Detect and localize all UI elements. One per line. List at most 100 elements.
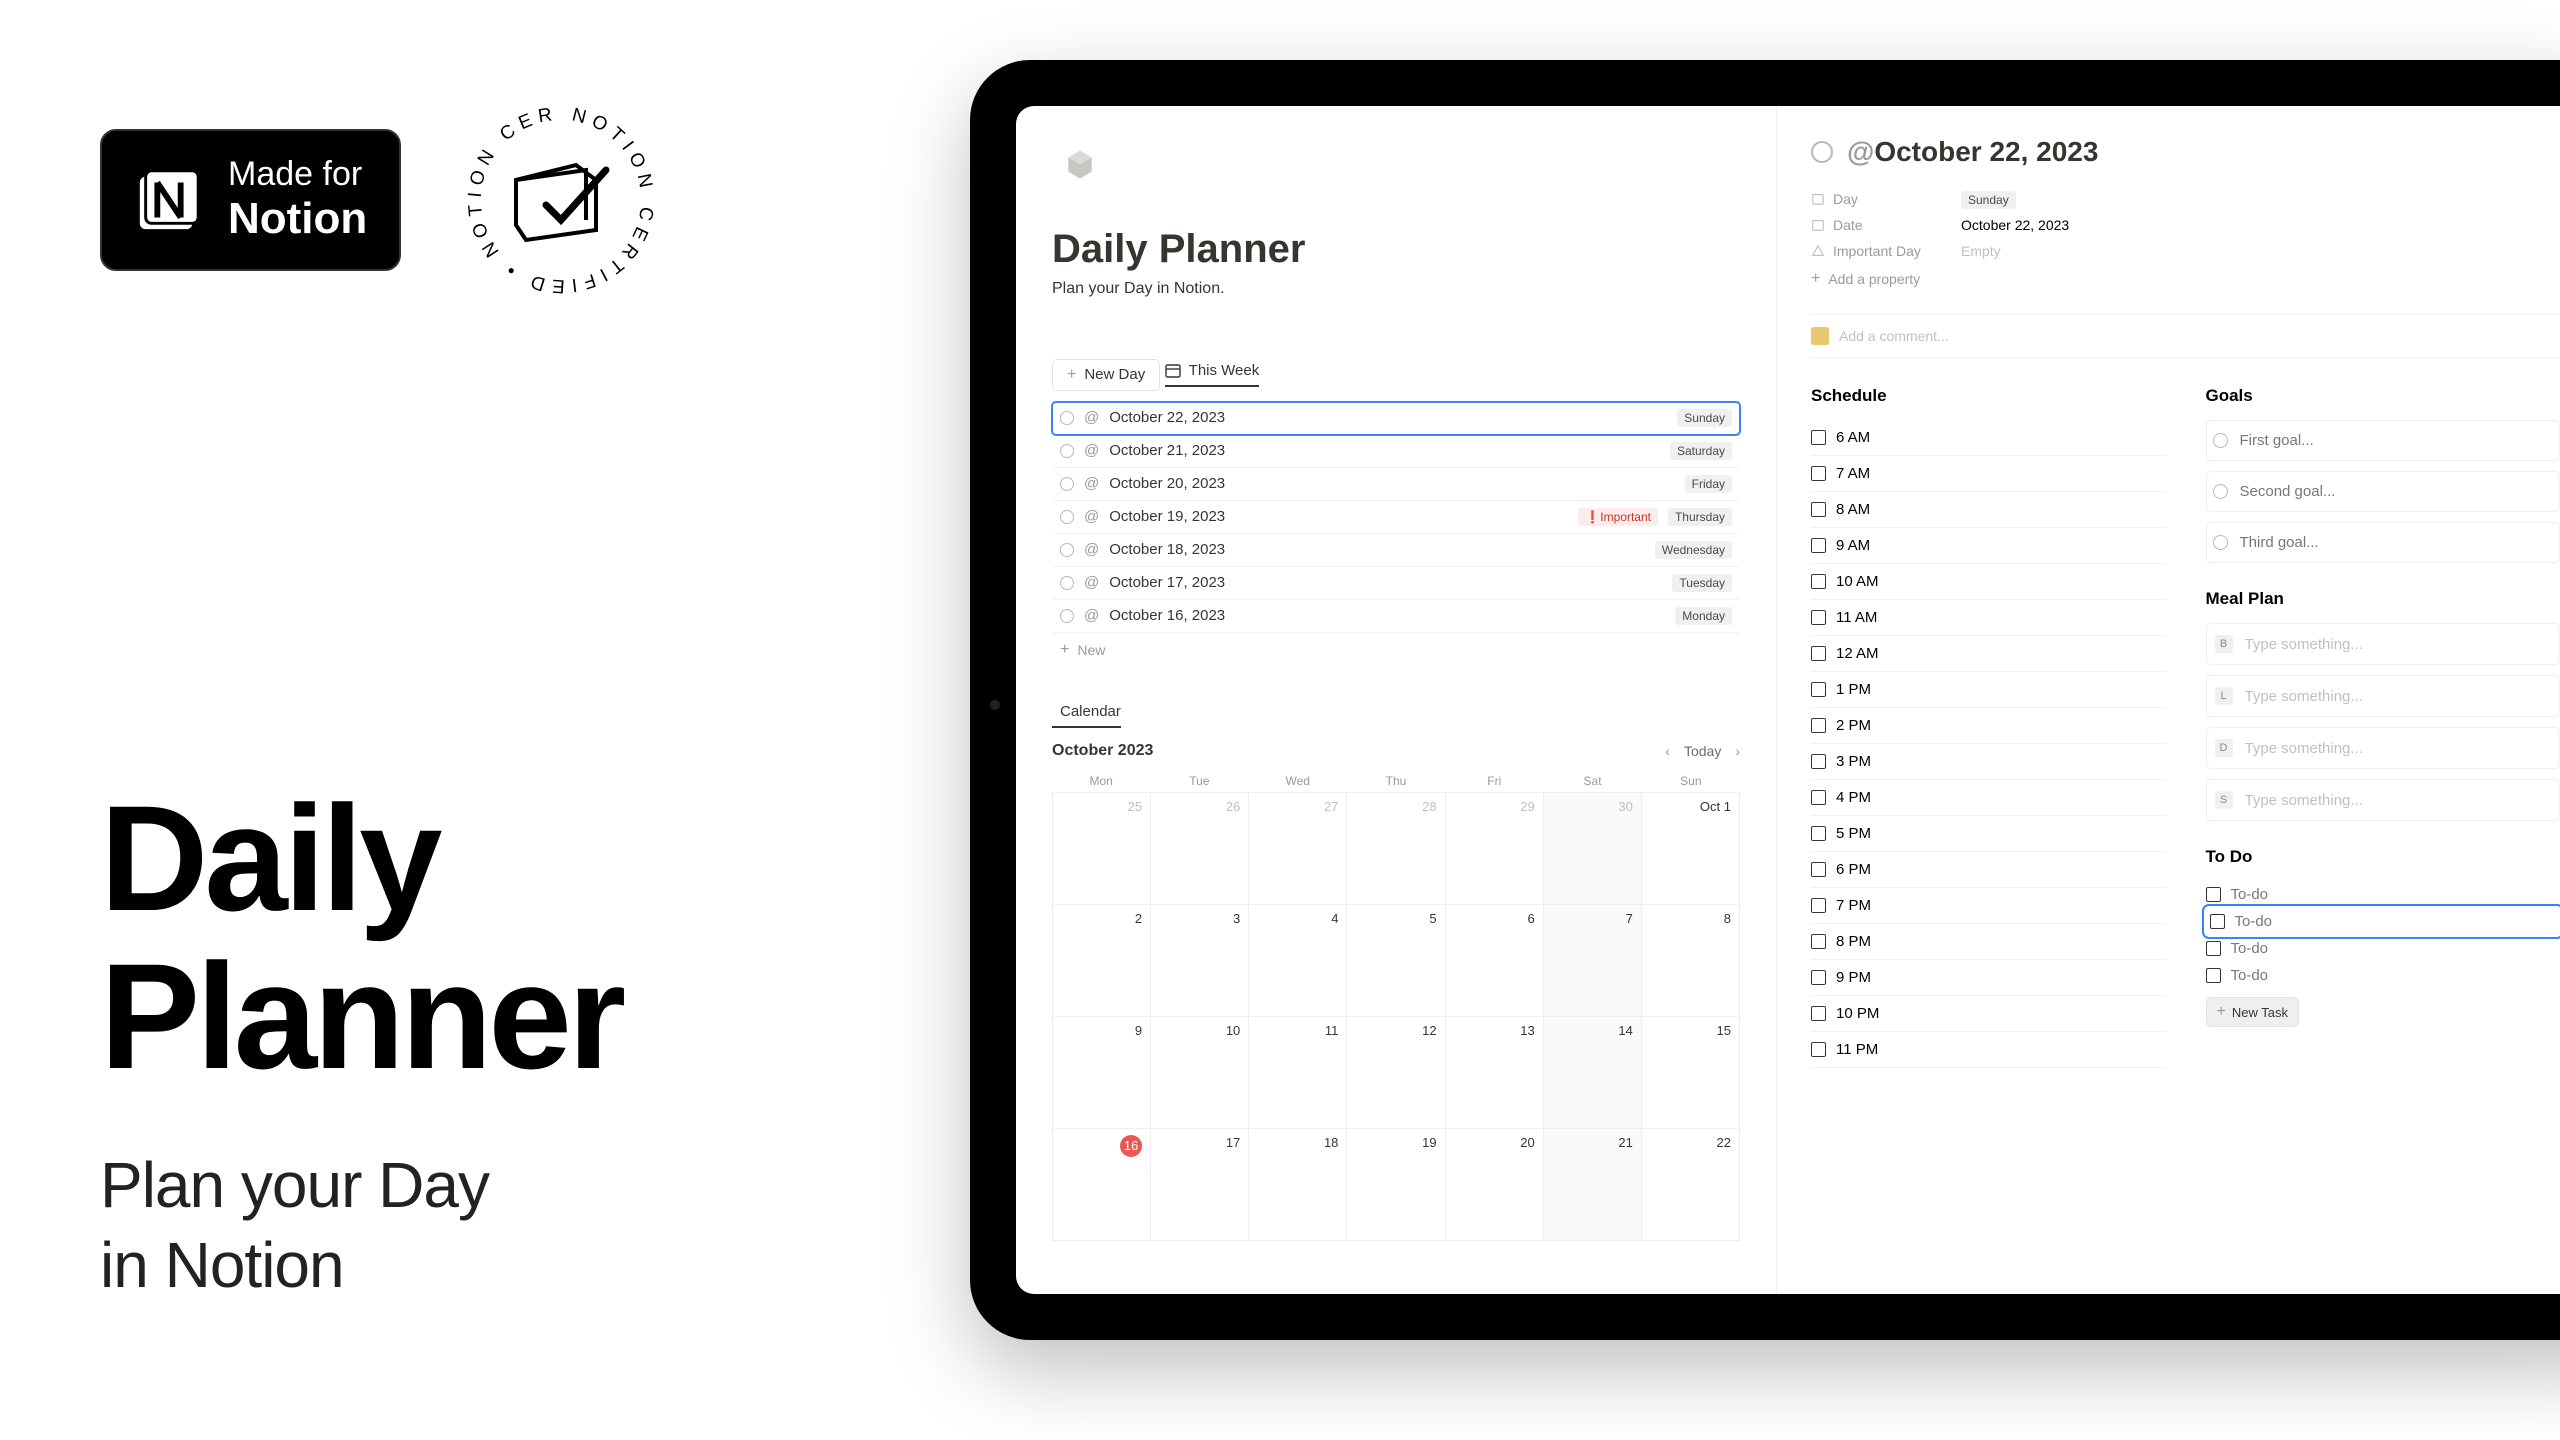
calendar-cell[interactable]: 3 [1151,905,1249,1017]
schedule-row[interactable]: 7 PM [1811,888,2166,924]
checkbox[interactable] [1811,538,1826,553]
calendar-cell[interactable]: 10 [1151,1017,1249,1129]
calendar-cell[interactable]: 18 [1249,1129,1347,1241]
calendar-cell[interactable]: 29 [1446,793,1544,905]
add-comment[interactable]: Add a comment... [1811,314,2560,358]
add-property-button[interactable]: +Add a property [1811,264,2560,294]
calendar-cell[interactable]: 17 [1151,1129,1249,1241]
schedule-row[interactable]: 7 AM [1811,456,2166,492]
checkbox[interactable] [1811,862,1826,877]
calendar-cell[interactable]: 15 [1642,1017,1740,1129]
schedule-row[interactable]: 10 AM [1811,564,2166,600]
checkbox[interactable] [1811,574,1826,589]
prop-important[interactable]: Important Day Empty [1811,238,2560,264]
checkbox[interactable] [1811,502,1826,517]
meal-row[interactable]: BType something... [2206,623,2560,665]
calendar-cell[interactable]: 6 [1446,905,1544,1017]
calendar-cell[interactable]: 26 [1151,793,1249,905]
calendar-cell[interactable]: 30 [1544,793,1642,905]
new-day-button[interactable]: +New Day [1052,359,1160,391]
calendar-cell[interactable]: 11 [1249,1017,1347,1129]
checkbox[interactable] [1811,430,1826,445]
todo-row[interactable]: To-do [2206,908,2560,935]
calendar-cell[interactable]: 28 [1347,793,1445,905]
schedule-row[interactable]: 6 PM [1811,852,2166,888]
week-row[interactable]: @October 16, 2023Monday [1052,600,1740,633]
checkbox[interactable] [1811,970,1826,985]
checkbox[interactable] [1811,934,1826,949]
calendar-cell[interactable]: 13 [1446,1017,1544,1129]
checkbox[interactable] [1811,1006,1826,1021]
calendar-cell[interactable]: Oct 1 [1642,793,1740,905]
schedule-row[interactable]: 4 PM [1811,780,2166,816]
calendar-cell[interactable]: 4 [1249,905,1347,1017]
calendar-tab[interactable]: Calendar [1052,703,1121,728]
todo-row[interactable]: To-do [2206,935,2560,962]
checkbox[interactable] [1811,718,1826,733]
week-row[interactable]: @October 20, 2023Friday [1052,468,1740,501]
schedule-row[interactable]: 11 AM [1811,600,2166,636]
checkbox[interactable] [1811,466,1826,481]
calendar-cell[interactable]: 5 [1347,905,1445,1017]
calendar-cell[interactable]: 25 [1053,793,1151,905]
checkbox[interactable] [1811,610,1826,625]
new-row-button[interactable]: +New [1052,633,1740,667]
week-row[interactable]: @October 22, 2023Sunday [1052,402,1740,435]
calendar-cell[interactable]: 19 [1347,1129,1445,1241]
calendar-cell[interactable]: 27 [1249,793,1347,905]
schedule-row[interactable]: 3 PM [1811,744,2166,780]
checkbox[interactable] [1811,898,1826,913]
schedule-row[interactable]: 9 AM [1811,528,2166,564]
calendar-cell[interactable]: 9 [1053,1017,1151,1129]
schedule-row[interactable]: 6 AM [1811,420,2166,456]
calendar-cell[interactable]: 8 [1642,905,1740,1017]
checkbox[interactable] [2210,914,2225,929]
calendar-cell[interactable]: 21 [1544,1129,1642,1241]
checkbox[interactable] [2206,887,2221,902]
this-week-tab[interactable]: This Week [1165,362,1260,387]
detail-status-circle[interactable] [1811,141,1833,163]
schedule-row[interactable]: 1 PM [1811,672,2166,708]
calendar-cell[interactable]: 2 [1053,905,1151,1017]
schedule-row[interactable]: 5 PM [1811,816,2166,852]
meal-row[interactable]: DType something... [2206,727,2560,769]
schedule-row[interactable]: 2 PM [1811,708,2166,744]
calendar-cell[interactable]: 22 [1642,1129,1740,1241]
checkbox[interactable] [1811,826,1826,841]
calendar-cell[interactable]: 7 [1544,905,1642,1017]
schedule-row[interactable]: 8 PM [1811,924,2166,960]
goal-row[interactable]: Second goal... [2206,471,2560,512]
schedule-row[interactable]: 12 AM [1811,636,2166,672]
prop-date[interactable]: Date October 22, 2023 [1811,212,2560,238]
week-row[interactable]: @October 21, 2023Saturday [1052,435,1740,468]
calendar-next-button[interactable]: › [1735,743,1740,759]
todo-row[interactable]: To-do [2206,962,2560,989]
week-row[interactable]: @October 19, 2023❗ImportantThursday [1052,501,1740,534]
calendar-cell[interactable]: 16 [1053,1129,1151,1241]
calendar-cell[interactable]: 14 [1544,1017,1642,1129]
new-task-button[interactable]: +New Task [2206,997,2299,1027]
checkbox[interactable] [1811,790,1826,805]
schedule-row[interactable]: 8 AM [1811,492,2166,528]
prop-day[interactable]: Day Sunday [1811,186,2560,212]
checkbox[interactable] [1811,754,1826,769]
checkbox[interactable] [1811,682,1826,697]
schedule-row[interactable]: 11 PM [1811,1032,2166,1068]
week-row[interactable]: @October 18, 2023Wednesday [1052,534,1740,567]
meal-row[interactable]: SType something... [2206,779,2560,821]
schedule-row[interactable]: 10 PM [1811,996,2166,1032]
checkbox[interactable] [2206,941,2221,956]
checkbox[interactable] [2206,968,2221,983]
calendar-cell[interactable]: 12 [1347,1017,1445,1129]
goal-row[interactable]: Third goal... [2206,522,2560,563]
calendar-prev-button[interactable]: ‹ [1665,743,1670,759]
week-row[interactable]: @October 17, 2023Tuesday [1052,567,1740,600]
todo-row[interactable]: To-do [2206,881,2560,908]
calendar-today-button[interactable]: Today [1684,743,1721,759]
checkbox[interactable] [1811,1042,1826,1057]
schedule-row[interactable]: 9 PM [1811,960,2166,996]
calendar-cell[interactable]: 20 [1446,1129,1544,1241]
goal-row[interactable]: First goal... [2206,420,2560,461]
checkbox[interactable] [1811,646,1826,661]
meal-row[interactable]: LType something... [2206,675,2560,717]
